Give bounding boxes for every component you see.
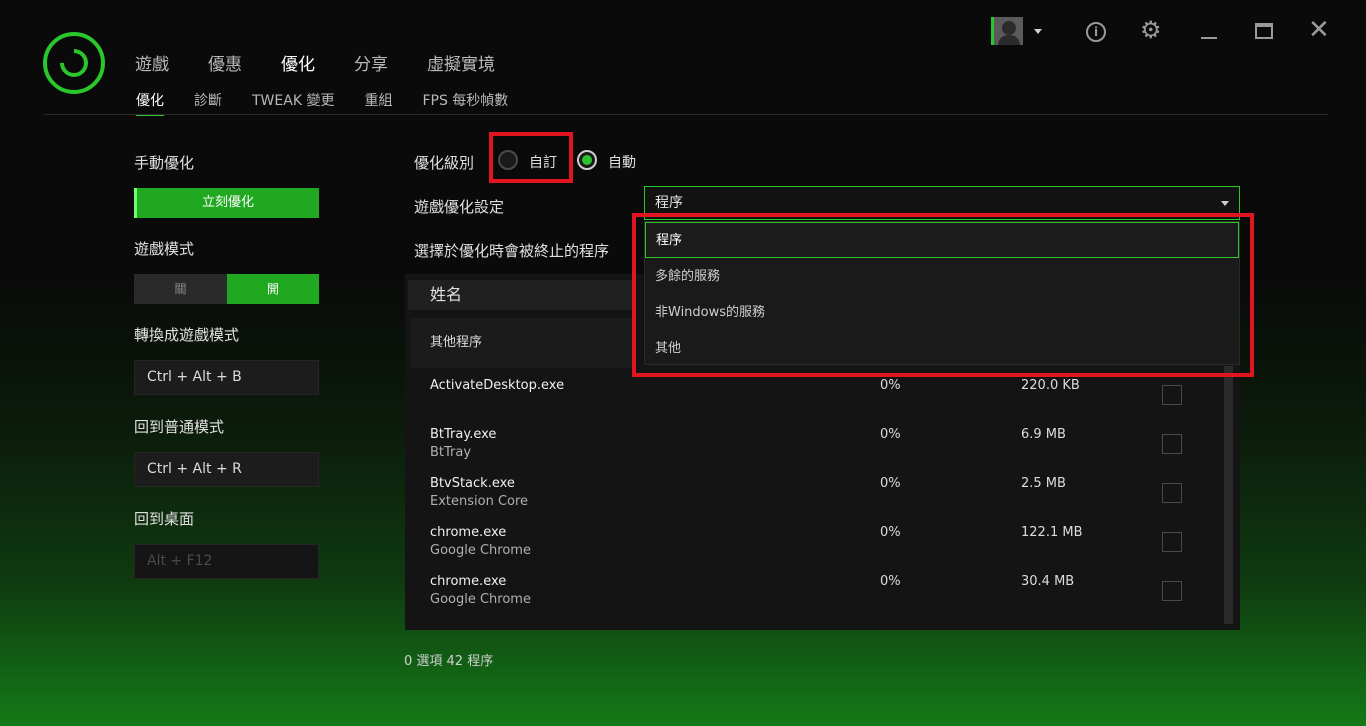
table-row: BtTray.exe BtTray bbox=[430, 427, 496, 460]
game-mode-toggle[interactable]: 關 開 bbox=[134, 274, 319, 304]
row-checkbox[interactable] bbox=[1162, 532, 1182, 552]
subtab-diagnose[interactable]: 診斷 bbox=[194, 90, 222, 116]
radio-custom[interactable] bbox=[498, 150, 518, 170]
optimize-now-button[interactable]: 立刻優化 bbox=[134, 188, 319, 218]
process-name: chrome.exe bbox=[430, 574, 507, 589]
tab-games[interactable]: 遊戲 bbox=[135, 50, 169, 75]
process-cpu: 0% bbox=[880, 378, 901, 393]
maximize-icon[interactable] bbox=[1255, 23, 1273, 39]
process-description: BtTray bbox=[430, 445, 472, 460]
process-memory: 2.5 MB bbox=[1021, 476, 1066, 491]
normal-mode-label: 回到普通模式 bbox=[134, 418, 225, 436]
tab-vr[interactable]: 虛擬實境 bbox=[427, 50, 495, 75]
table-row: chrome.exe Google Chrome bbox=[430, 525, 531, 558]
subtab-defrag[interactable]: 重組 bbox=[364, 90, 392, 116]
row-checkbox[interactable] bbox=[1162, 385, 1182, 405]
nav-divider bbox=[44, 114, 1328, 115]
row-checkbox[interactable] bbox=[1162, 581, 1182, 601]
tab-deals[interactable]: 優惠 bbox=[208, 50, 242, 75]
process-cpu: 0% bbox=[880, 574, 901, 589]
process-memory: 30.4 MB bbox=[1021, 574, 1075, 589]
main-nav: 遊戲 優惠 優化 分享 虛擬實境 bbox=[135, 50, 534, 75]
switch-mode-hotkey-field[interactable]: Ctrl + Alt + B bbox=[134, 360, 319, 395]
table-row: chrome.exe Google Chrome bbox=[430, 574, 531, 607]
sub-nav: 優化 診斷 TWEAK 變更 重組 FPS 每秒幀數 bbox=[136, 90, 538, 116]
process-description: Google Chrome bbox=[430, 543, 531, 558]
process-name: chrome.exe bbox=[430, 525, 507, 540]
row-checkbox[interactable] bbox=[1162, 483, 1182, 503]
optimize-level-label: 優化級別 bbox=[414, 154, 475, 172]
app-logo-icon bbox=[43, 32, 105, 94]
radio-auto-label: 自動 bbox=[608, 155, 636, 171]
subtab-optimize[interactable]: 優化 bbox=[136, 90, 164, 116]
process-memory: 6.9 MB bbox=[1021, 427, 1066, 442]
close-icon[interactable]: ✕ bbox=[1308, 16, 1330, 44]
process-name: ActivateDesktop.exe bbox=[430, 378, 565, 393]
game-mode-label: 遊戲模式 bbox=[134, 240, 195, 258]
table-scrollbar[interactable] bbox=[1224, 366, 1233, 624]
tab-optimize[interactable]: 優化 bbox=[281, 50, 315, 75]
highlight-box-dropdown bbox=[632, 213, 1254, 377]
column-header-name[interactable]: 姓名 bbox=[408, 280, 633, 310]
user-avatar-icon[interactable] bbox=[991, 17, 1023, 45]
subtab-tweak[interactable]: TWEAK 變更 bbox=[252, 90, 334, 116]
process-memory: 122.1 MB bbox=[1021, 525, 1083, 540]
toggle-off[interactable]: 關 bbox=[134, 274, 227, 304]
process-name: BtTray.exe bbox=[430, 427, 497, 442]
desktop-hotkey-field: Alt + F12 bbox=[134, 544, 319, 579]
desktop-label: 回到桌面 bbox=[134, 510, 195, 528]
group-header: 其他程序 bbox=[410, 318, 635, 368]
subtab-fps[interactable]: FPS 每秒幀數 bbox=[422, 90, 508, 116]
radio-custom-label: 自訂 bbox=[529, 155, 557, 171]
game-optimize-setting-label: 遊戲優化設定 bbox=[414, 198, 505, 216]
chevron-down-icon bbox=[1221, 201, 1229, 206]
process-name: BtvStack.exe bbox=[430, 476, 515, 491]
row-checkbox[interactable] bbox=[1162, 434, 1182, 454]
terminate-programs-label: 選擇於優化時會被終止的程序 bbox=[414, 242, 610, 260]
table-row: BtvStack.exe Extension Core bbox=[430, 476, 528, 509]
minimize-icon[interactable] bbox=[1201, 37, 1217, 39]
process-cpu: 0% bbox=[880, 476, 901, 491]
chevron-down-icon[interactable] bbox=[1034, 29, 1042, 34]
process-cpu: 0% bbox=[880, 525, 901, 540]
info-icon[interactable]: i bbox=[1086, 22, 1106, 42]
gear-icon[interactable]: ⚙ bbox=[1140, 18, 1162, 42]
table-row: ActivateDesktop.exe bbox=[430, 378, 564, 393]
process-description: Extension Core bbox=[430, 494, 529, 509]
radio-auto[interactable] bbox=[577, 150, 597, 170]
process-cpu: 0% bbox=[880, 427, 901, 442]
process-description: Google Chrome bbox=[430, 592, 531, 607]
tab-share[interactable]: 分享 bbox=[354, 50, 388, 75]
process-memory: 220.0 KB bbox=[1021, 378, 1080, 393]
toggle-on[interactable]: 開 bbox=[227, 274, 319, 304]
manual-optimize-label: 手動優化 bbox=[134, 154, 195, 172]
switch-mode-label: 轉換成遊戲模式 bbox=[134, 326, 240, 344]
select-value: 程序 bbox=[655, 195, 683, 211]
selection-count: 0 選項 42 程序 bbox=[404, 654, 494, 669]
normal-mode-hotkey-field[interactable]: Ctrl + Alt + R bbox=[134, 452, 319, 487]
